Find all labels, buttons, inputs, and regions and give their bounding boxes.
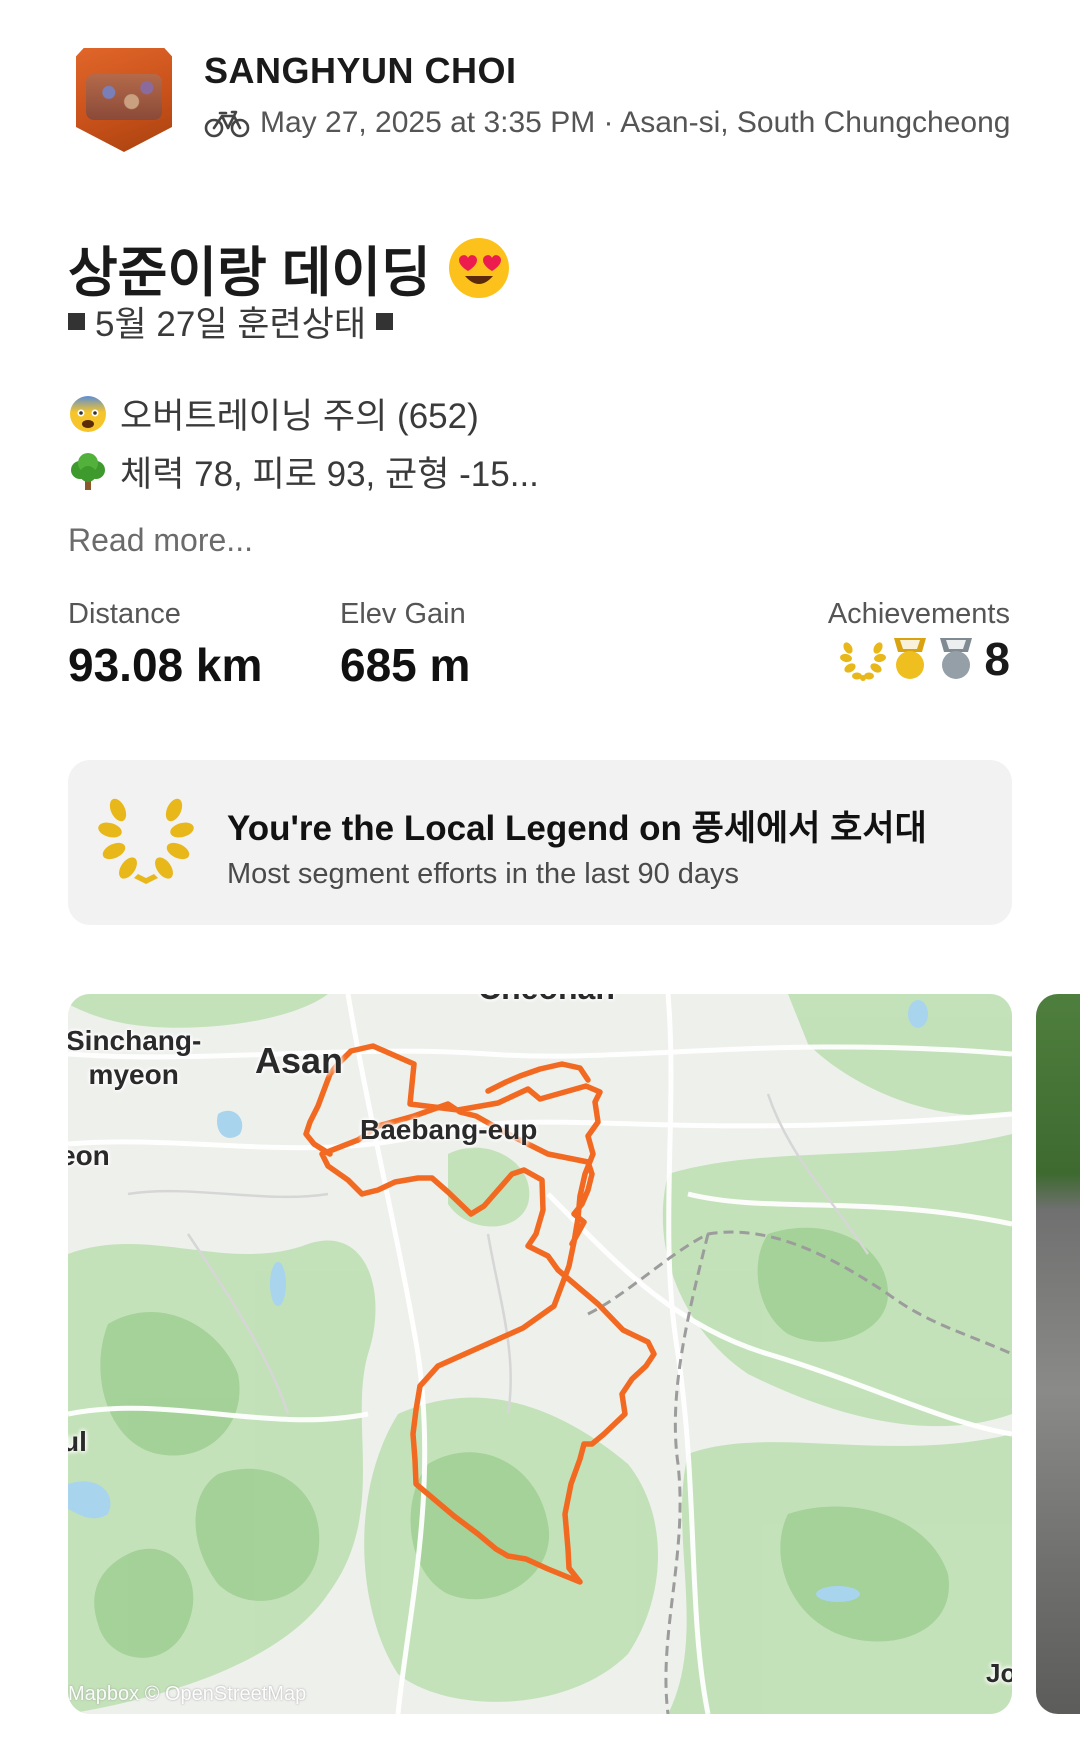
description-line-2: 오버트레이닝 주의 (652)	[68, 388, 479, 439]
map-label-sinchang: Sinchang-myeon	[68, 1025, 202, 1090]
map-attribution[interactable]: Mapbox © OpenStreetMap	[68, 1683, 306, 1706]
achievements-summary[interactable]: 8	[838, 632, 1010, 686]
tree-emoji-icon	[71, 452, 105, 490]
activity-photo-thumbnail[interactable]	[1036, 994, 1080, 1714]
map-label-baebang: Baebang-eup	[360, 1114, 538, 1145]
athlete-name[interactable]: SANGHYUN CHOI	[204, 50, 517, 92]
silver-medal-icon	[940, 638, 973, 679]
activity-meta: May 27, 2025 at 3:35 PM · Asan-si, South…	[204, 106, 1010, 140]
distance-label: Distance	[68, 598, 181, 630]
description-line-3: 체력 78, 피로 93, 균형 -15...	[68, 446, 539, 497]
square-bullet-icon	[68, 313, 85, 330]
achievements-count: 8	[984, 633, 1010, 685]
elev-gain-value: 685 m	[340, 639, 471, 691]
distance-value: 93.08 km	[68, 639, 263, 691]
map-background	[68, 994, 1012, 1714]
read-more-link[interactable]: Read more...	[68, 522, 253, 559]
heart-eyes-emoji-icon	[448, 237, 509, 298]
elev-gain-label: Elev Gain	[340, 598, 466, 630]
map-label-cheonan: Cheonan	[478, 994, 615, 1007]
map-label-ul: ul	[68, 1426, 87, 1457]
local-legend-subtitle: Most segment efforts in the last 90 days	[227, 858, 740, 890]
route-map[interactable]: Cheonan Sinchang-myeon Asan Baebang-eup …	[68, 994, 1012, 1714]
map-label-jo: Jo	[986, 1658, 1012, 1688]
bike-icon	[204, 110, 250, 138]
activity-date-location: May 27, 2025 at 3:35 PM · Asan-si, South…	[260, 106, 1011, 139]
athlete-avatar[interactable]	[76, 48, 172, 152]
gold-medal-icon	[894, 638, 927, 679]
description-line-1: 5월 27일 훈련상태	[68, 296, 394, 347]
square-bullet-icon	[376, 313, 394, 330]
local-legend-title: You're the Local Legend on 풍세에서 호서대	[227, 809, 927, 848]
map-label-asan: Asan	[255, 1040, 344, 1081]
laurel-icon	[840, 642, 887, 681]
map-label-eon: eon	[68, 1140, 110, 1171]
achievements-label: Achievements	[827, 598, 1010, 630]
laurel-icon	[98, 798, 194, 884]
fearful-face-emoji-icon	[70, 395, 106, 432]
